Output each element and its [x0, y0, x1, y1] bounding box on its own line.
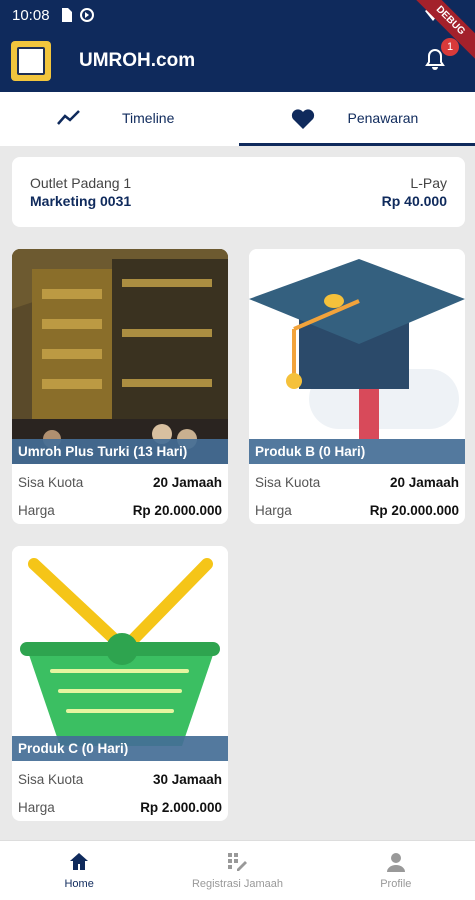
nav-registrasi-label: Registrasi Jamaah [191, 878, 284, 890]
harga-label: Harga [18, 800, 55, 815]
data-saver-icon [79, 8, 94, 22]
nav-home[interactable]: Home [0, 841, 158, 900]
harga-value: Rp 20.000.000 [132, 503, 222, 518]
status-bar: 10:08 [0, 0, 475, 30]
app-title: UMROH.com [79, 50, 196, 71]
person-icon [385, 851, 407, 878]
lpay-label: L-Pay [410, 175, 447, 191]
harga-value: Rp 20.000.000 [369, 503, 459, 518]
edit-grid-icon [226, 851, 248, 878]
product-name: Produk C (0 Hari) [12, 736, 228, 761]
kuota-label: Sisa Kuota [18, 475, 84, 490]
product-card[interactable]: Produk C (0 Hari) Sisa Kuota 30 Jamaah H… [12, 546, 228, 821]
heart-icon [290, 107, 316, 136]
kuota-value: 20 Jamaah [152, 475, 222, 490]
product-name: Umroh Plus Turki (13 Hari) [12, 439, 228, 464]
harga-label: Harga [18, 503, 55, 518]
nav-home-label: Home [64, 878, 94, 890]
status-time: 10:08 [12, 6, 50, 24]
outlet-name: Outlet Padang 1 [30, 175, 132, 191]
kuota-label: Sisa Kuota [18, 772, 84, 787]
basket-image [12, 546, 228, 761]
home-icon [68, 851, 90, 878]
tab-timeline-label: Timeline [122, 110, 175, 126]
nav-profile[interactable]: Profile [317, 841, 475, 900]
graduation-cap-image [249, 249, 465, 464]
lpay-balance: Rp 40.000 [381, 193, 447, 209]
nav-profile-label: Profile [380, 878, 412, 890]
product-card[interactable]: Produk B (0 Hari) Sisa Kuota 20 Jamaah H… [249, 249, 465, 524]
marketing-id: Marketing 0031 [30, 193, 132, 209]
trend-line-icon [56, 107, 82, 134]
app-logo [11, 41, 51, 81]
kuota-label: Sisa Kuota [255, 475, 321, 490]
tab-timeline[interactable]: Timeline [0, 92, 238, 146]
kaaba-image [12, 249, 228, 464]
harga-value: Rp 2.000.000 [140, 800, 222, 815]
app-bar: UMROH.com 1 [0, 30, 475, 92]
tab-penawaran-label: Penawaran [347, 110, 419, 126]
tab-penawaran[interactable]: Penawaran [238, 92, 475, 146]
outlet-info-card: Outlet Padang 1 Marketing 0031 L-Pay Rp … [12, 157, 465, 227]
sim-card-icon [60, 8, 72, 22]
product-card[interactable]: Umroh Plus Turki (13 Hari) Sisa Kuota 20… [12, 249, 228, 524]
active-tab-indicator [239, 143, 475, 146]
tab-bar: Timeline Penawaran [0, 92, 475, 146]
kuota-value: 20 Jamaah [389, 475, 459, 490]
nav-registrasi-jamaah[interactable]: Registrasi Jamaah [158, 841, 316, 900]
product-name: Produk B (0 Hari) [249, 439, 465, 464]
harga-label: Harga [255, 503, 292, 518]
bottom-navigation: Home Registrasi Jamaah Profile [0, 840, 475, 900]
kuota-value: 30 Jamaah [152, 772, 222, 787]
